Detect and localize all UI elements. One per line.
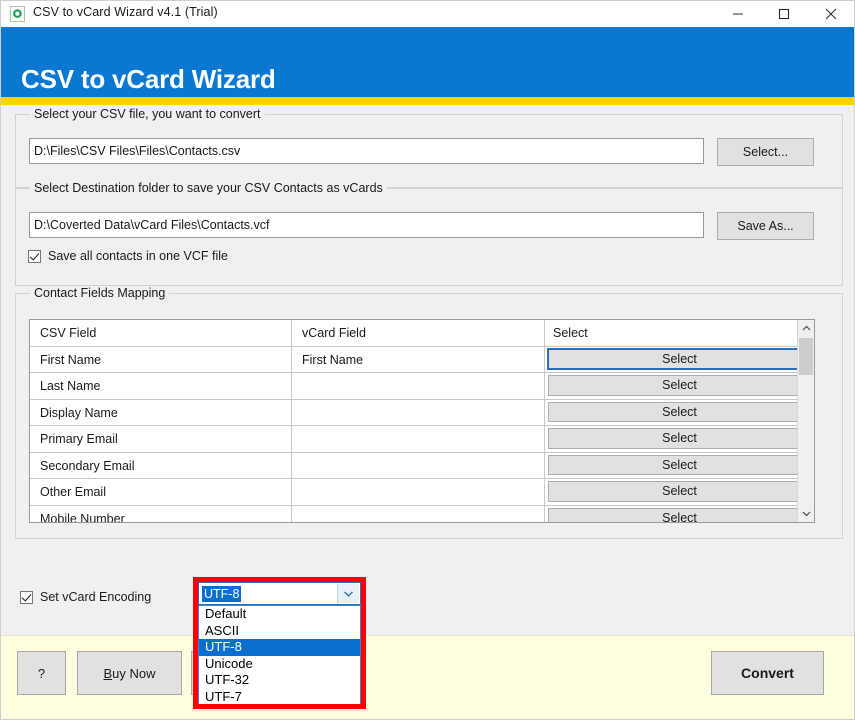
row-select-button[interactable]: Select: [548, 481, 811, 502]
cell-csv-field: Other Email: [30, 479, 292, 506]
grid-header-row: CSV Field vCard Field Select: [30, 320, 814, 347]
cell-vcard-field: [292, 479, 545, 506]
main-content: Select your CSV file, you want to conver…: [1, 105, 854, 635]
cell-select: Select: [545, 426, 814, 453]
footer-bar: ? Buy Now Convert: [1, 635, 854, 719]
table-row[interactable]: Mobile Number Select: [30, 505, 814, 522]
destination-path-input[interactable]: D:\Coverted Data\vCard Files\Contacts.vc…: [29, 212, 704, 238]
mapping-group-legend: Contact Fields Mapping: [30, 286, 170, 300]
dropdown-option[interactable]: UTF-8: [199, 639, 360, 656]
grid-vertical-scrollbar[interactable]: [797, 320, 814, 522]
cell-vcard-field: [292, 452, 545, 479]
single-vcf-checkbox[interactable]: Save all contacts in one VCF file: [28, 249, 228, 263]
row-select-button[interactable]: Select: [547, 347, 812, 370]
dropdown-option[interactable]: UTF-7: [199, 689, 360, 706]
set-vcard-encoding-checkbox[interactable]: Set vCard Encoding: [20, 590, 151, 604]
cell-select: Select: [545, 373, 814, 400]
table-row[interactable]: Secondary Email Select: [30, 452, 814, 479]
source-path-input[interactable]: D:\Files\CSV Files\Files\Contacts.csv: [29, 138, 704, 164]
header-banner: CSV to vCard Wizard © Copyright Recovery…: [1, 27, 854, 112]
row-select-button[interactable]: Select: [548, 401, 811, 422]
cell-csv-field: Mobile Number: [30, 505, 292, 522]
cell-select: Select: [545, 479, 814, 506]
buy-now-mnemonic: B: [103, 665, 113, 681]
cell-select: Select: [545, 453, 814, 479]
dropdown-option[interactable]: UTF-32: [199, 672, 360, 689]
buy-now-button[interactable]: Buy Now: [77, 651, 182, 695]
row-select-button[interactable]: Select: [548, 454, 811, 475]
table-row[interactable]: Display Name Select: [30, 399, 814, 426]
cell-select: Select: [545, 347, 814, 373]
checkbox-box: [28, 249, 41, 263]
encoding-selected-value: UTF-8: [202, 586, 242, 602]
scroll-up-arrow[interactable]: [798, 320, 814, 337]
table-row[interactable]: First Name First Name Select: [30, 346, 814, 373]
buy-now-rest: uy Now: [112, 665, 156, 681]
row-select-button[interactable]: Select: [548, 428, 811, 449]
cell-select: Select: [545, 506, 814, 522]
app-title: CSV to vCard Wizard: [21, 64, 276, 94]
column-header-vcard-field: vCard Field: [292, 320, 545, 347]
convert-button[interactable]: Convert: [711, 651, 824, 695]
dropdown-option[interactable]: Default: [199, 606, 360, 623]
vcard-app-icon: [10, 6, 25, 22]
select-source-button[interactable]: Select...: [717, 138, 814, 166]
close-button[interactable]: [807, 1, 854, 27]
destination-group-legend: Select Destination folder to save your C…: [30, 181, 387, 195]
encoding-combobox[interactable]: UTF-8: [198, 582, 361, 605]
save-as-button[interactable]: Save As...: [717, 212, 814, 240]
accent-divider: [1, 97, 854, 105]
minimize-button[interactable]: [715, 1, 761, 27]
dropdown-option[interactable]: ASCII: [199, 623, 360, 640]
table-row[interactable]: Other Email Select: [30, 479, 814, 506]
title-bar: CSV to vCard Wizard v4.1 (Trial): [1, 1, 854, 28]
cell-csv-field: Display Name: [30, 399, 292, 426]
column-header-csv-field: CSV Field: [30, 320, 292, 347]
cell-vcard-field: [292, 373, 545, 400]
maximize-button[interactable]: [761, 1, 807, 27]
cell-vcard-field: First Name: [292, 346, 545, 373]
cell-vcard-field: [292, 505, 545, 522]
field-mapping-grid[interactable]: CSV Field vCard Field Select First Name Firs…: [29, 319, 815, 523]
cell-vcard-field: [292, 426, 545, 453]
window-title: CSV to vCard Wizard v4.1 (Trial): [33, 5, 218, 19]
scroll-down-arrow[interactable]: [798, 505, 814, 522]
encoding-dropdown-list[interactable]: Default ASCII UTF-8 Unicode UTF-32 UTF-7: [198, 605, 361, 707]
row-select-button[interactable]: Select: [548, 375, 811, 396]
cell-csv-field: Last Name: [30, 373, 292, 400]
cell-csv-field: First Name: [30, 346, 292, 373]
chevron-down-icon[interactable]: [337, 584, 359, 603]
checkbox-box: [20, 590, 33, 604]
table-row[interactable]: Primary Email Select: [30, 426, 814, 453]
single-vcf-checkbox-label: Save all contacts in one VCF file: [48, 249, 228, 263]
cell-vcard-field: [292, 399, 545, 426]
cell-csv-field: Primary Email: [30, 426, 292, 453]
dropdown-option[interactable]: Unicode: [199, 656, 360, 673]
set-vcard-encoding-label: Set vCard Encoding: [40, 590, 152, 604]
application-window: CSV to vCard Wizard v4.1 (Trial) CSV to …: [0, 0, 855, 720]
table-row[interactable]: Last Name Select: [30, 373, 814, 400]
cell-csv-field: Secondary Email: [30, 452, 292, 479]
column-header-select: Select: [545, 320, 814, 347]
help-button[interactable]: ?: [17, 651, 66, 695]
cell-select: Select: [545, 400, 814, 426]
row-select-button[interactable]: Select: [548, 507, 811, 522]
scrollbar-thumb[interactable]: [799, 338, 813, 375]
source-group-legend: Select your CSV file, you want to conver…: [30, 107, 265, 121]
buy-now-label: Buy Now: [103, 666, 155, 681]
